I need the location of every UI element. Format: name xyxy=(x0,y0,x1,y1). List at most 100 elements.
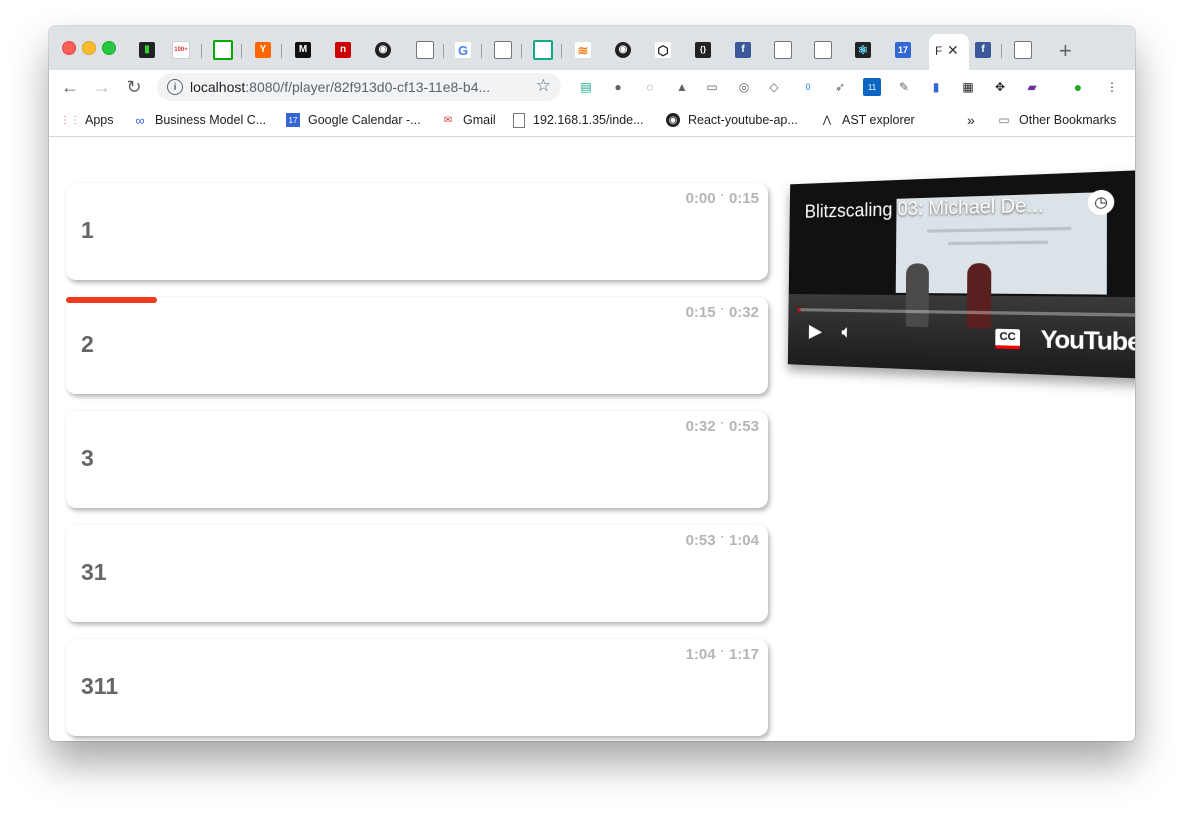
reload-icon[interactable]: ↻ xyxy=(121,74,147,100)
tab-gmail[interactable]: 100+ xyxy=(171,40,191,60)
active-tab[interactable]: F ✕ xyxy=(929,34,969,70)
tab-page[interactable] xyxy=(813,40,833,60)
extension-vd-icon[interactable]: ▰ xyxy=(1023,78,1041,96)
tab-medium[interactable]: M xyxy=(293,40,313,60)
menu-kebab-icon[interactable]: ⋮ xyxy=(1103,78,1121,96)
folder-icon: ▭ xyxy=(998,113,1010,127)
forward-arrow-icon[interactable]: → xyxy=(89,74,115,100)
youtube-logo[interactable]: YouTube xyxy=(1040,325,1135,357)
tab-facebook[interactable]: f xyxy=(733,40,753,60)
tab-audio[interactable]: ▮ xyxy=(137,40,157,60)
segment-end: 1:17 xyxy=(728,646,759,663)
bookmark-apps[interactable]: ⋮⋮ Apps xyxy=(60,112,114,128)
time-separator: · xyxy=(720,190,724,201)
move-icon[interactable]: ✥ xyxy=(991,78,1009,96)
back-arrow-icon[interactable]: ← xyxy=(57,74,83,100)
bookmark-gmail[interactable]: ✉ Gmail xyxy=(441,112,496,128)
new-tab-button[interactable]: + xyxy=(1059,38,1072,64)
facebook-icon: f xyxy=(975,42,991,58)
bookmark-google-calendar[interactable]: 17 Google Calendar -... xyxy=(286,112,421,128)
closed-captions-button[interactable]: CC xyxy=(995,328,1021,350)
profile-avatar[interactable]: ● xyxy=(1069,78,1087,96)
address-bar[interactable]: i localhost:8080/f/player/82f913d0-cf13-… xyxy=(157,73,561,101)
tab-sheet[interactable] xyxy=(213,40,233,60)
segment-start: 0:00 xyxy=(685,190,716,207)
page-icon xyxy=(814,41,832,59)
page-icon xyxy=(774,41,792,59)
segment-card[interactable]: 2 0:15 · 0:32 xyxy=(66,297,768,394)
github-icon: ◉ xyxy=(375,42,391,58)
tab-github[interactable]: ◉ xyxy=(373,40,393,60)
bookmark-icon[interactable]: ▮ xyxy=(927,78,945,96)
segment-card[interactable]: 3 0:32 · 0:53 xyxy=(66,411,768,508)
react-icon: ⚛ xyxy=(855,42,871,58)
bookmarks-overflow-button[interactable]: » xyxy=(967,112,975,128)
tab-github[interactable]: ◉ xyxy=(613,40,633,60)
slide-text-line xyxy=(927,226,1072,233)
cast-icon[interactable]: ▭ xyxy=(703,78,721,96)
player-page: 1 0:00 · 0:15 2 0:15 · 0:32 3 0:32 · 0:53 31 0… xyxy=(49,137,1135,741)
tab-stackoverflow[interactable]: ≋ xyxy=(573,40,593,60)
tab-json[interactable]: {} xyxy=(693,40,713,60)
browser-toolbar: ← → ↻ i localhost:8080/f/player/82f913d0… xyxy=(49,70,1135,104)
tab-app[interactable]: n xyxy=(333,40,353,60)
tab-separator xyxy=(241,44,242,58)
gmail-icon: ✉ xyxy=(443,114,453,126)
tab-layout[interactable] xyxy=(533,40,553,60)
dropbox-icon[interactable]: ◇ xyxy=(765,78,783,96)
eyedropper-icon[interactable]: ✎ xyxy=(895,78,913,96)
extension-circle-icon[interactable]: ◎ xyxy=(735,78,753,96)
info-icon[interactable]: i xyxy=(167,79,183,95)
tab-page[interactable] xyxy=(493,40,513,60)
facebook-icon: f xyxy=(735,42,751,58)
tab-page[interactable] xyxy=(773,40,793,60)
other-bookmarks[interactable]: ▭ Other Bookmarks xyxy=(997,112,1116,128)
document-icon xyxy=(213,40,233,60)
bookmark-star-icon[interactable]: ☆ xyxy=(536,76,551,96)
segment-start: 1:04 xyxy=(685,646,716,663)
minimize-window-button[interactable] xyxy=(82,41,96,55)
close-tab-icon[interactable]: ✕ xyxy=(947,42,959,59)
tab-separator xyxy=(481,44,482,58)
extension-sheet-icon[interactable]: ▤ xyxy=(577,78,595,96)
page-icon xyxy=(1014,41,1032,59)
maximize-window-button[interactable] xyxy=(102,41,116,55)
linkedin-icon[interactable]: 11 xyxy=(863,78,881,96)
time-separator: · xyxy=(720,418,724,429)
page-icon xyxy=(513,112,525,128)
extension-drive-icon[interactable]: ▲ xyxy=(673,78,691,96)
qr-code-icon[interactable]: ▦ xyxy=(959,78,977,96)
bookmark-local-ip[interactable]: 192.168.1.35/inde... xyxy=(513,112,644,128)
apps-grid-icon: ⋮⋮ xyxy=(60,114,80,126)
bookmark-business-model[interactable]: ∞ Business Model C... xyxy=(133,112,266,128)
tab-codesandbox[interactable]: ⬡ xyxy=(653,40,673,60)
watch-later-icon[interactable]: ◷ xyxy=(1087,189,1115,216)
tab-facebook[interactable]: f xyxy=(973,40,993,60)
close-window-button[interactable] xyxy=(62,41,76,55)
tab-google[interactable]: G xyxy=(453,40,473,60)
calendar-icon: 17 xyxy=(286,113,300,127)
bookmark-ast-explorer[interactable]: ⋀ AST explorer xyxy=(820,112,915,128)
segment-card[interactable]: 311 1:04 · 1:17 xyxy=(66,639,768,736)
time-separator: · xyxy=(720,532,724,543)
tab-page[interactable] xyxy=(415,40,435,60)
url-text[interactable]: localhost:8080/f/player/82f913d0-cf13-11… xyxy=(190,79,490,95)
tab-hackernews[interactable]: Y xyxy=(253,40,273,60)
gmail-icon: 100+ xyxy=(172,41,190,59)
extension-badge-icon[interactable]: 0 xyxy=(799,78,817,96)
segment-time-range: 0:00 · 0:15 xyxy=(686,190,759,207)
time-separator: · xyxy=(720,304,724,315)
segment-card[interactable]: 31 0:53 · 1:04 xyxy=(66,525,768,622)
bookmark-react-youtube[interactable]: ◉ React-youtube-ap... xyxy=(666,112,798,128)
segment-card[interactable]: 1 0:00 · 0:15 xyxy=(66,183,768,280)
youtube-video-player[interactable]: Blitzscaling 03: Michael De... ◷ ➦ ▶ 🔈︎ … xyxy=(787,169,1135,380)
tab-react[interactable]: ⚛ xyxy=(853,40,873,60)
play-icon[interactable]: ▶ xyxy=(809,320,822,342)
tab-calendar[interactable]: 17 xyxy=(893,40,913,60)
app-icon: n xyxy=(335,42,351,58)
tab-page[interactable] xyxy=(1013,40,1033,60)
extension-lamp-icon[interactable]: ◌ xyxy=(641,78,659,96)
rocket-icon[interactable]: ➶ xyxy=(831,78,849,96)
extension-lightbulb-icon[interactable]: ● xyxy=(609,78,627,96)
volume-icon[interactable]: 🔈︎ xyxy=(841,321,852,343)
